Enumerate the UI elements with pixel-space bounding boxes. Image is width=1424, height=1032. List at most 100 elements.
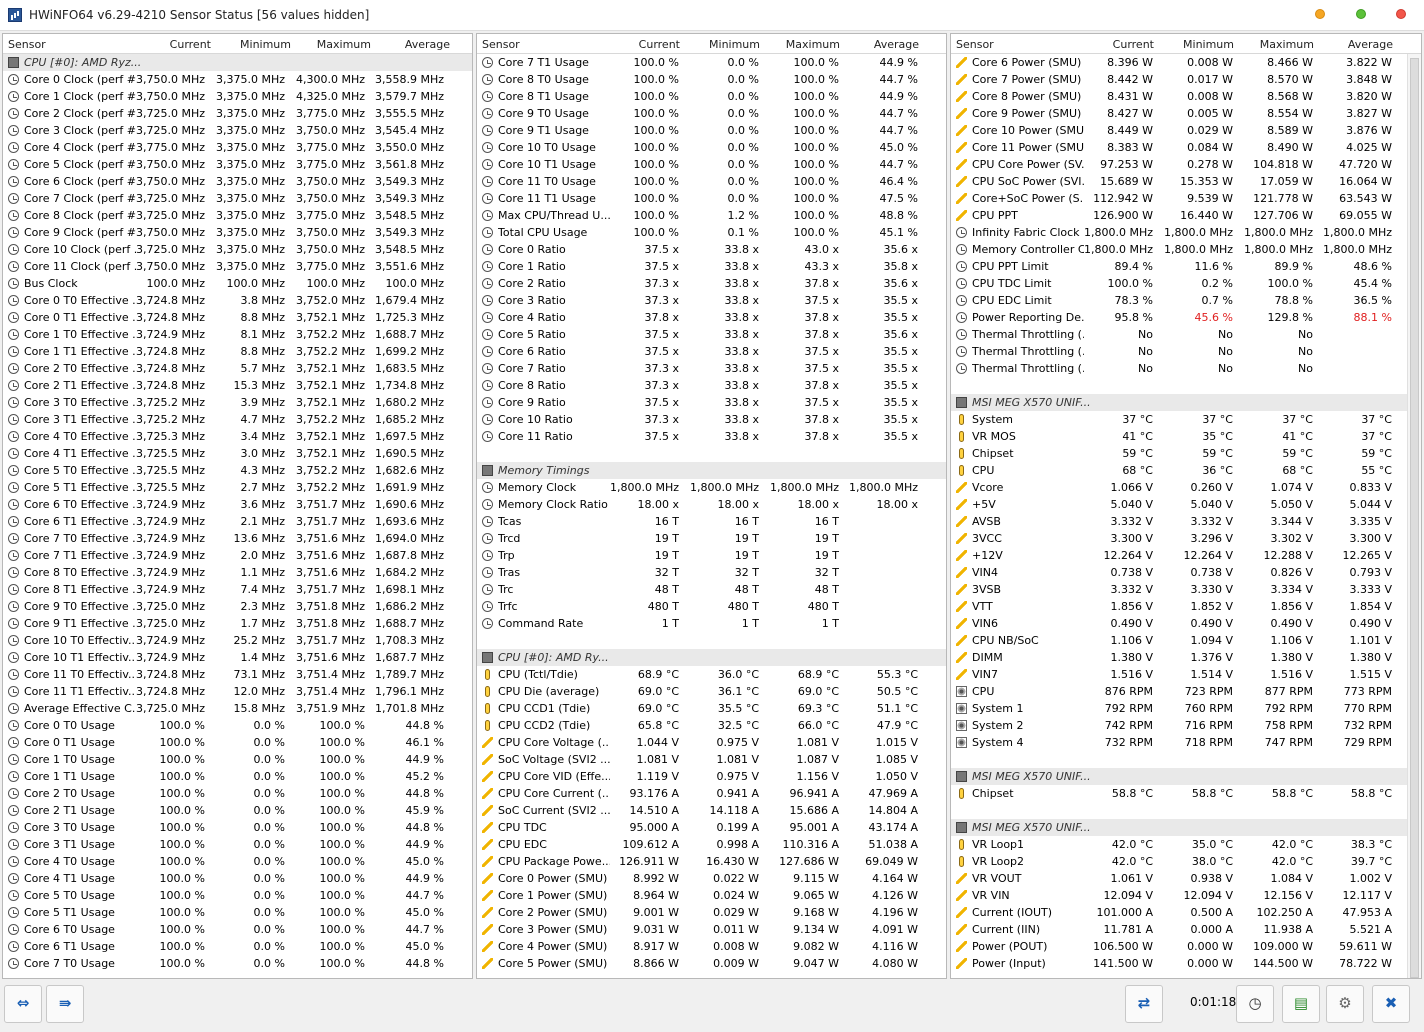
sensor-row[interactable]: Trc 48 T 48 T 48 T — [477, 581, 946, 598]
sensor-row[interactable]: Core 3 Ratio 37.3 x 33.8 x 37.5 x 35.5 x — [477, 292, 946, 309]
sensor-row[interactable]: CPU Core Current (... 93.176 A 0.941 A 96.9… — [477, 785, 946, 802]
sensor-row[interactable]: CPU CCD1 (Tdie) 69.0 °C 35.5 °C 69.3 °C 51.1… — [477, 700, 946, 717]
sensor-row[interactable]: Core 11 Power (SMU) 8.383 W 0.084 W 8.490 W… — [951, 139, 1421, 156]
header-current[interactable]: Current — [133, 38, 211, 51]
sensor-row[interactable]: Core 0 T1 Effective ... 3,724.8 MHz 8.8 MH… — [3, 309, 472, 326]
sensor-row[interactable]: SoC Voltage (SVI2 ... 1.081 V 1.081 V 1.087… — [477, 751, 946, 768]
sensor-row[interactable]: Core 9 T1 Usage 100.0 % 0.0 % 100.0 % 44.7 % — [477, 122, 946, 139]
sensor-row[interactable]: Thermal Throttling (... No No No — [951, 343, 1421, 360]
sensor-row[interactable]: Core 6 Clock (perf #... 3,750.0 MHz 3,375.… — [3, 173, 472, 190]
header-minimum[interactable]: Minimum — [1156, 38, 1234, 51]
sensor-group-row[interactable]: Memory Timings — [477, 462, 946, 479]
sensor-row[interactable]: Vcore 1.066 V 0.260 V 1.074 V 0.833 V — [951, 479, 1421, 496]
network-button[interactable]: ⇄ — [1125, 985, 1163, 1023]
sensor-row[interactable]: Core 6 T1 Usage 100.0 % 0.0 % 100.0 % 45.0 % — [3, 938, 472, 955]
sensor-row[interactable]: +12V 12.264 V 12.264 V 12.288 V 12.265 V — [951, 547, 1421, 564]
sensor-row[interactable]: Core 2 T0 Effective ... 3,724.8 MHz 5.7 MH… — [3, 360, 472, 377]
sensor-row[interactable]: CPU Core VID (Effe... 1.119 V 0.975 V 1.156… — [477, 768, 946, 785]
sensor-row[interactable]: Core 7 Ratio 37.3 x 33.8 x 37.5 x 35.5 x — [477, 360, 946, 377]
sensor-row[interactable]: Core 1 T1 Effective ... 3,724.8 MHz 8.8 MH… — [3, 343, 472, 360]
sensor-row[interactable]: Average Effective C... 3,725.0 MHz 15.8 MH… — [3, 700, 472, 717]
header-current[interactable]: Current — [1076, 38, 1154, 51]
sensor-row[interactable]: Core 4 T0 Effective ... 3,725.3 MHz 3.4 MH… — [3, 428, 472, 445]
sensor-group-row[interactable]: MSI MEG X570 UNIF... — [951, 394, 1421, 411]
sensor-row[interactable]: Core 7 T0 Usage 100.0 % 0.0 % 100.0 % 44.8 % — [3, 955, 472, 972]
sensor-row[interactable]: Trcd 19 T 19 T 19 T — [477, 530, 946, 547]
sensor-row[interactable]: VR Loop2 42.0 °C 38.0 °C 42.0 °C 39.7 °C — [951, 853, 1421, 870]
sensor-row[interactable]: Core 4 Clock (perf #... 3,775.0 MHz 3,375.… — [3, 139, 472, 156]
sensor-row[interactable]: VIN7 1.516 V 1.514 V 1.516 V 1.515 V — [951, 666, 1421, 683]
sensor-row[interactable]: Core 6 T0 Effective ... 3,724.9 MHz 3.6 MH… — [3, 496, 472, 513]
header-average[interactable]: Average — [372, 38, 450, 51]
column-header[interactable]: Sensor Current Minimum Maximum Average — [477, 34, 946, 54]
sensor-row[interactable]: CPU EDC Limit 78.3 % 0.7 % 78.8 % 36.5 % — [951, 292, 1421, 309]
sensor-row[interactable]: Core 5 T1 Usage 100.0 % 0.0 % 100.0 % 45.0 % — [3, 904, 472, 921]
sensor-row[interactable]: Core 9 T1 Effective ... 3,725.0 MHz 1.7 MH… — [3, 615, 472, 632]
sensor-row[interactable]: Core 8 T0 Effective ... 3,724.9 MHz 1.1 MH… — [3, 564, 472, 581]
sensor-row[interactable]: Core 3 Clock (perf #... 3,725.0 MHz 3,375.… — [3, 122, 472, 139]
header-sensor[interactable]: Sensor — [482, 38, 520, 51]
sensor-row[interactable]: Core 7 Clock (perf #... 3,725.0 MHz 3,375.… — [3, 190, 472, 207]
sensor-row[interactable]: Core 0 Clock (perf #... 3,750.0 MHz 3,375.… — [3, 71, 472, 88]
expand-arrows-button[interactable]: ⇔ — [4, 985, 42, 1023]
sensor-row[interactable]: Core 3 T1 Effective ... 3,725.2 MHz 4.7 MH… — [3, 411, 472, 428]
sensor-row[interactable]: Core 7 T1 Effective ... 3,724.9 MHz 2.0 MH… — [3, 547, 472, 564]
sensor-row[interactable]: VR Loop1 42.0 °C 35.0 °C 42.0 °C 38.3 °C — [951, 836, 1421, 853]
sensor-row[interactable]: Chipset 59 °C 59 °C 59 °C 59 °C — [951, 445, 1421, 462]
sensor-row[interactable]: Core 7 T0 Effective ... 3,724.9 MHz 13.6 M… — [3, 530, 472, 547]
header-current[interactable]: Current — [602, 38, 680, 51]
close-button[interactable]: ✖ — [1372, 985, 1410, 1023]
sensor-row[interactable]: Core 10 T0 Effectiv... 3,724.9 MHz 25.2 MH… — [3, 632, 472, 649]
sensor-row[interactable]: Core 2 Clock (perf #... 3,725.0 MHz 3,375.… — [3, 105, 472, 122]
sensor-row[interactable]: Core 7 T1 Usage 100.0 % 0.0 % 100.0 % 44.9 % — [477, 54, 946, 71]
sensor-group-row[interactable]: MSI MEG X570 UNIF... — [951, 768, 1421, 785]
sensor-group-row[interactable]: CPU [#0]: AMD Ry... — [477, 649, 946, 666]
reset-clock-button[interactable]: ◷ — [1236, 985, 1274, 1023]
sensor-row[interactable]: Core 3 Power (SMU) 9.031 W 0.011 W 9.134 W 4… — [477, 921, 946, 938]
settings-button[interactable]: ⚙ — [1326, 985, 1364, 1023]
sensor-row[interactable]: Chipset 58.8 °C 58.8 °C 58.8 °C 58.8 °C — [951, 785, 1421, 802]
sensor-row[interactable]: Core 9 Clock (perf #... 3,750.0 MHz 3,375.… — [3, 224, 472, 241]
sensor-row[interactable]: Core 2 T1 Effective ... 3,724.8 MHz 15.3 M… — [3, 377, 472, 394]
sensor-row[interactable]: Command Rate 1 T 1 T 1 T — [477, 615, 946, 632]
sensor-row[interactable]: Core 2 Ratio 37.3 x 33.8 x 37.8 x 35.6 x — [477, 275, 946, 292]
header-minimum[interactable]: Minimum — [213, 38, 291, 51]
sensor-row[interactable]: Trfc 480 T 480 T 480 T — [477, 598, 946, 615]
sensor-row[interactable]: 3VSB 3.332 V 3.330 V 3.334 V 3.333 V — [951, 581, 1421, 598]
sensor-row[interactable]: Thermal Throttling (... No No No — [951, 360, 1421, 377]
header-maximum[interactable]: Maximum — [762, 38, 840, 51]
sensor-row[interactable]: Core 6 T0 Usage 100.0 % 0.0 % 100.0 % 44.7 % — [3, 921, 472, 938]
sensor-row[interactable]: Core 5 T0 Usage 100.0 % 0.0 % 100.0 % 44.7 % — [3, 887, 472, 904]
sensor-row[interactable]: Core 3 T0 Usage 100.0 % 0.0 % 100.0 % 44.8 % — [3, 819, 472, 836]
sensor-row[interactable]: Core 5 Power (SMU) 8.866 W 0.009 W 9.047 W 4… — [477, 955, 946, 972]
sensor-row[interactable]: CPU Core Voltage (... 1.044 V 0.975 V 1.081… — [477, 734, 946, 751]
sensor-row[interactable]: Core 8 T1 Effective ... 3,724.9 MHz 7.4 MH… — [3, 581, 472, 598]
sensor-row[interactable]: Power (POUT) 106.500 W 0.000 W 109.000 W 59.… — [951, 938, 1421, 955]
sensor-row[interactable]: Core 2 Power (SMU) 9.001 W 0.029 W 9.168 W 4… — [477, 904, 946, 921]
sensor-row[interactable]: Tcas 16 T 16 T 16 T — [477, 513, 946, 530]
header-average[interactable]: Average — [841, 38, 919, 51]
sensor-row[interactable]: Core 6 Ratio 37.5 x 33.8 x 37.5 x 35.5 x — [477, 343, 946, 360]
sensor-row[interactable]: SoC Current (SVI2 ... 14.510 A 14.118 A 15.… — [477, 802, 946, 819]
collapse-arrows-button[interactable]: ⇛ — [46, 985, 84, 1023]
sensor-row[interactable]: CPU Core Power (SV... 97.253 W 0.278 W 104.… — [951, 156, 1421, 173]
sensor-row[interactable]: Core 8 T1 Usage 100.0 % 0.0 % 100.0 % 44.9 % — [477, 88, 946, 105]
sensor-row[interactable]: Core 10 T1 Usage 100.0 % 0.0 % 100.0 % 44.7 … — [477, 156, 946, 173]
sensor-row[interactable]: CPU (Tctl/Tdie) 68.9 °C 36.0 °C 68.9 °C 55.3… — [477, 666, 946, 683]
sensor-row[interactable]: Core 8 Ratio 37.3 x 33.8 x 37.8 x 35.5 x — [477, 377, 946, 394]
sensor-row[interactable]: Power (Input) 141.500 W 0.000 W 144.500 W 78… — [951, 955, 1421, 972]
sensor-row[interactable]: CPU EDC 109.612 A 0.998 A 110.316 A 51.038 A — [477, 836, 946, 853]
sensor-row[interactable]: Core 4 Ratio 37.8 x 33.8 x 37.8 x 35.5 x — [477, 309, 946, 326]
sensor-row[interactable]: Memory Controller C... 1,800.0 MHz 1,800.0… — [951, 241, 1421, 258]
sensor-row[interactable]: Core 8 Power (SMU) 8.431 W 0.008 W 8.568 W 3… — [951, 88, 1421, 105]
sensor-row[interactable]: Core 3 T1 Usage 100.0 % 0.0 % 100.0 % 44.9 % — [3, 836, 472, 853]
sensor-row[interactable]: CPU SoC Power (SVI... 15.689 W 15.353 W 17.… — [951, 173, 1421, 190]
header-minimum[interactable]: Minimum — [682, 38, 760, 51]
sensor-row[interactable]: Bus Clock 100.0 MHz 100.0 MHz 100.0 MHz 100.… — [3, 275, 472, 292]
sensor-row[interactable]: Core 0 Ratio 37.5 x 33.8 x 43.0 x 35.6 x — [477, 241, 946, 258]
sensor-row[interactable]: Core 10 T1 Effectiv... 3,724.9 MHz 1.4 MHz… — [3, 649, 472, 666]
sensor-row[interactable]: Core 4 T0 Usage 100.0 % 0.0 % 100.0 % 45.0 % — [3, 853, 472, 870]
column-header[interactable]: Sensor Current Minimum Maximum Average — [3, 34, 472, 54]
sensor-row[interactable]: CPU 876 RPM 723 RPM 877 RPM 773 RPM — [951, 683, 1421, 700]
sensor-row[interactable]: Core 0 Power (SMU) 8.992 W 0.022 W 9.115 W 4… — [477, 870, 946, 887]
